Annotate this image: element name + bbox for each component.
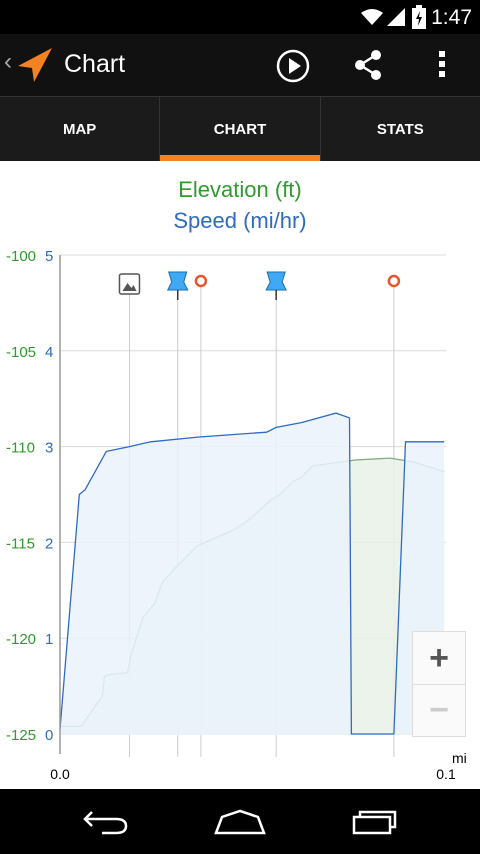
pin-marker-icon[interactable] — [265, 271, 287, 300]
tab-stats[interactable]: STATS — [321, 97, 480, 161]
app-logo-icon[interactable] — [16, 46, 54, 84]
status-bar: 1:47 — [0, 0, 480, 34]
speed-tick-label: 2 — [45, 535, 53, 552]
tab-chart[interactable]: CHART — [160, 97, 321, 161]
signal-icon — [387, 8, 405, 26]
home-icon[interactable] — [214, 809, 266, 835]
zoom-out-button[interactable]: − — [413, 684, 465, 736]
x-tick-label: 0.0 — [50, 766, 70, 782]
elevation-tick-label: -115 — [6, 535, 35, 552]
x-tick-label: 0.1 — [436, 766, 456, 782]
action-bar: ‹ Chart — [0, 34, 480, 98]
x-axis-unit-label: mi — [452, 750, 467, 766]
elevation-speed-chart[interactable]: Elevation (ft) Speed (mi/hr) -100 5 -105 4 -11… — [0, 161, 480, 789]
recent-apps-icon[interactable] — [350, 809, 398, 835]
elevation-tick-label: -120 — [6, 631, 36, 648]
share-icon[interactable] — [352, 49, 384, 81]
back-icon[interactable] — [82, 809, 130, 835]
elevation-tick-label: -105 — [6, 344, 36, 361]
speed-tick-label: 4 — [45, 344, 53, 361]
navigation-bar — [0, 789, 480, 854]
up-caret-icon[interactable]: ‹ — [4, 48, 12, 76]
elevation-tick-label: -125 — [6, 727, 36, 744]
chart-title-elevation: Elevation (ft) — [178, 177, 302, 202]
page-title: Chart — [64, 50, 126, 78]
pin-marker-icon[interactable] — [166, 271, 189, 300]
wifi-icon — [361, 9, 383, 25]
status-time: 1:47 — [431, 6, 472, 29]
elevation-tick-label: -100 — [6, 248, 36, 265]
zoom-controls: + − — [412, 631, 466, 737]
chart-title-speed: Speed (mi/hr) — [173, 208, 306, 233]
pin-marker-head — [166, 271, 189, 291]
elevation-tick-label: -110 — [6, 440, 35, 457]
tab-map[interactable]: MAP — [0, 97, 161, 161]
speed-tick-label: 0 — [45, 727, 53, 744]
waypoint-marker-icon[interactable] — [194, 274, 208, 288]
speed-tick-label: 3 — [45, 440, 53, 457]
pin-marker-head — [265, 271, 287, 291]
zoom-in-button[interactable]: + — [413, 632, 465, 685]
play-icon[interactable] — [275, 48, 311, 84]
chart-panel: Elevation (ft) Speed (mi/hr) -100 5 -105 4 -11… — [0, 161, 480, 789]
speed-tick-label: 1 — [45, 631, 53, 648]
overflow-menu-icon[interactable] — [436, 48, 448, 80]
battery-charging-icon — [412, 5, 426, 29]
photo-marker-icon[interactable] — [118, 273, 141, 295]
tab-bar: MAP CHART STATS — [0, 97, 480, 161]
speed-tick-label: 5 — [45, 248, 53, 265]
waypoint-marker-icon[interactable] — [387, 274, 401, 288]
